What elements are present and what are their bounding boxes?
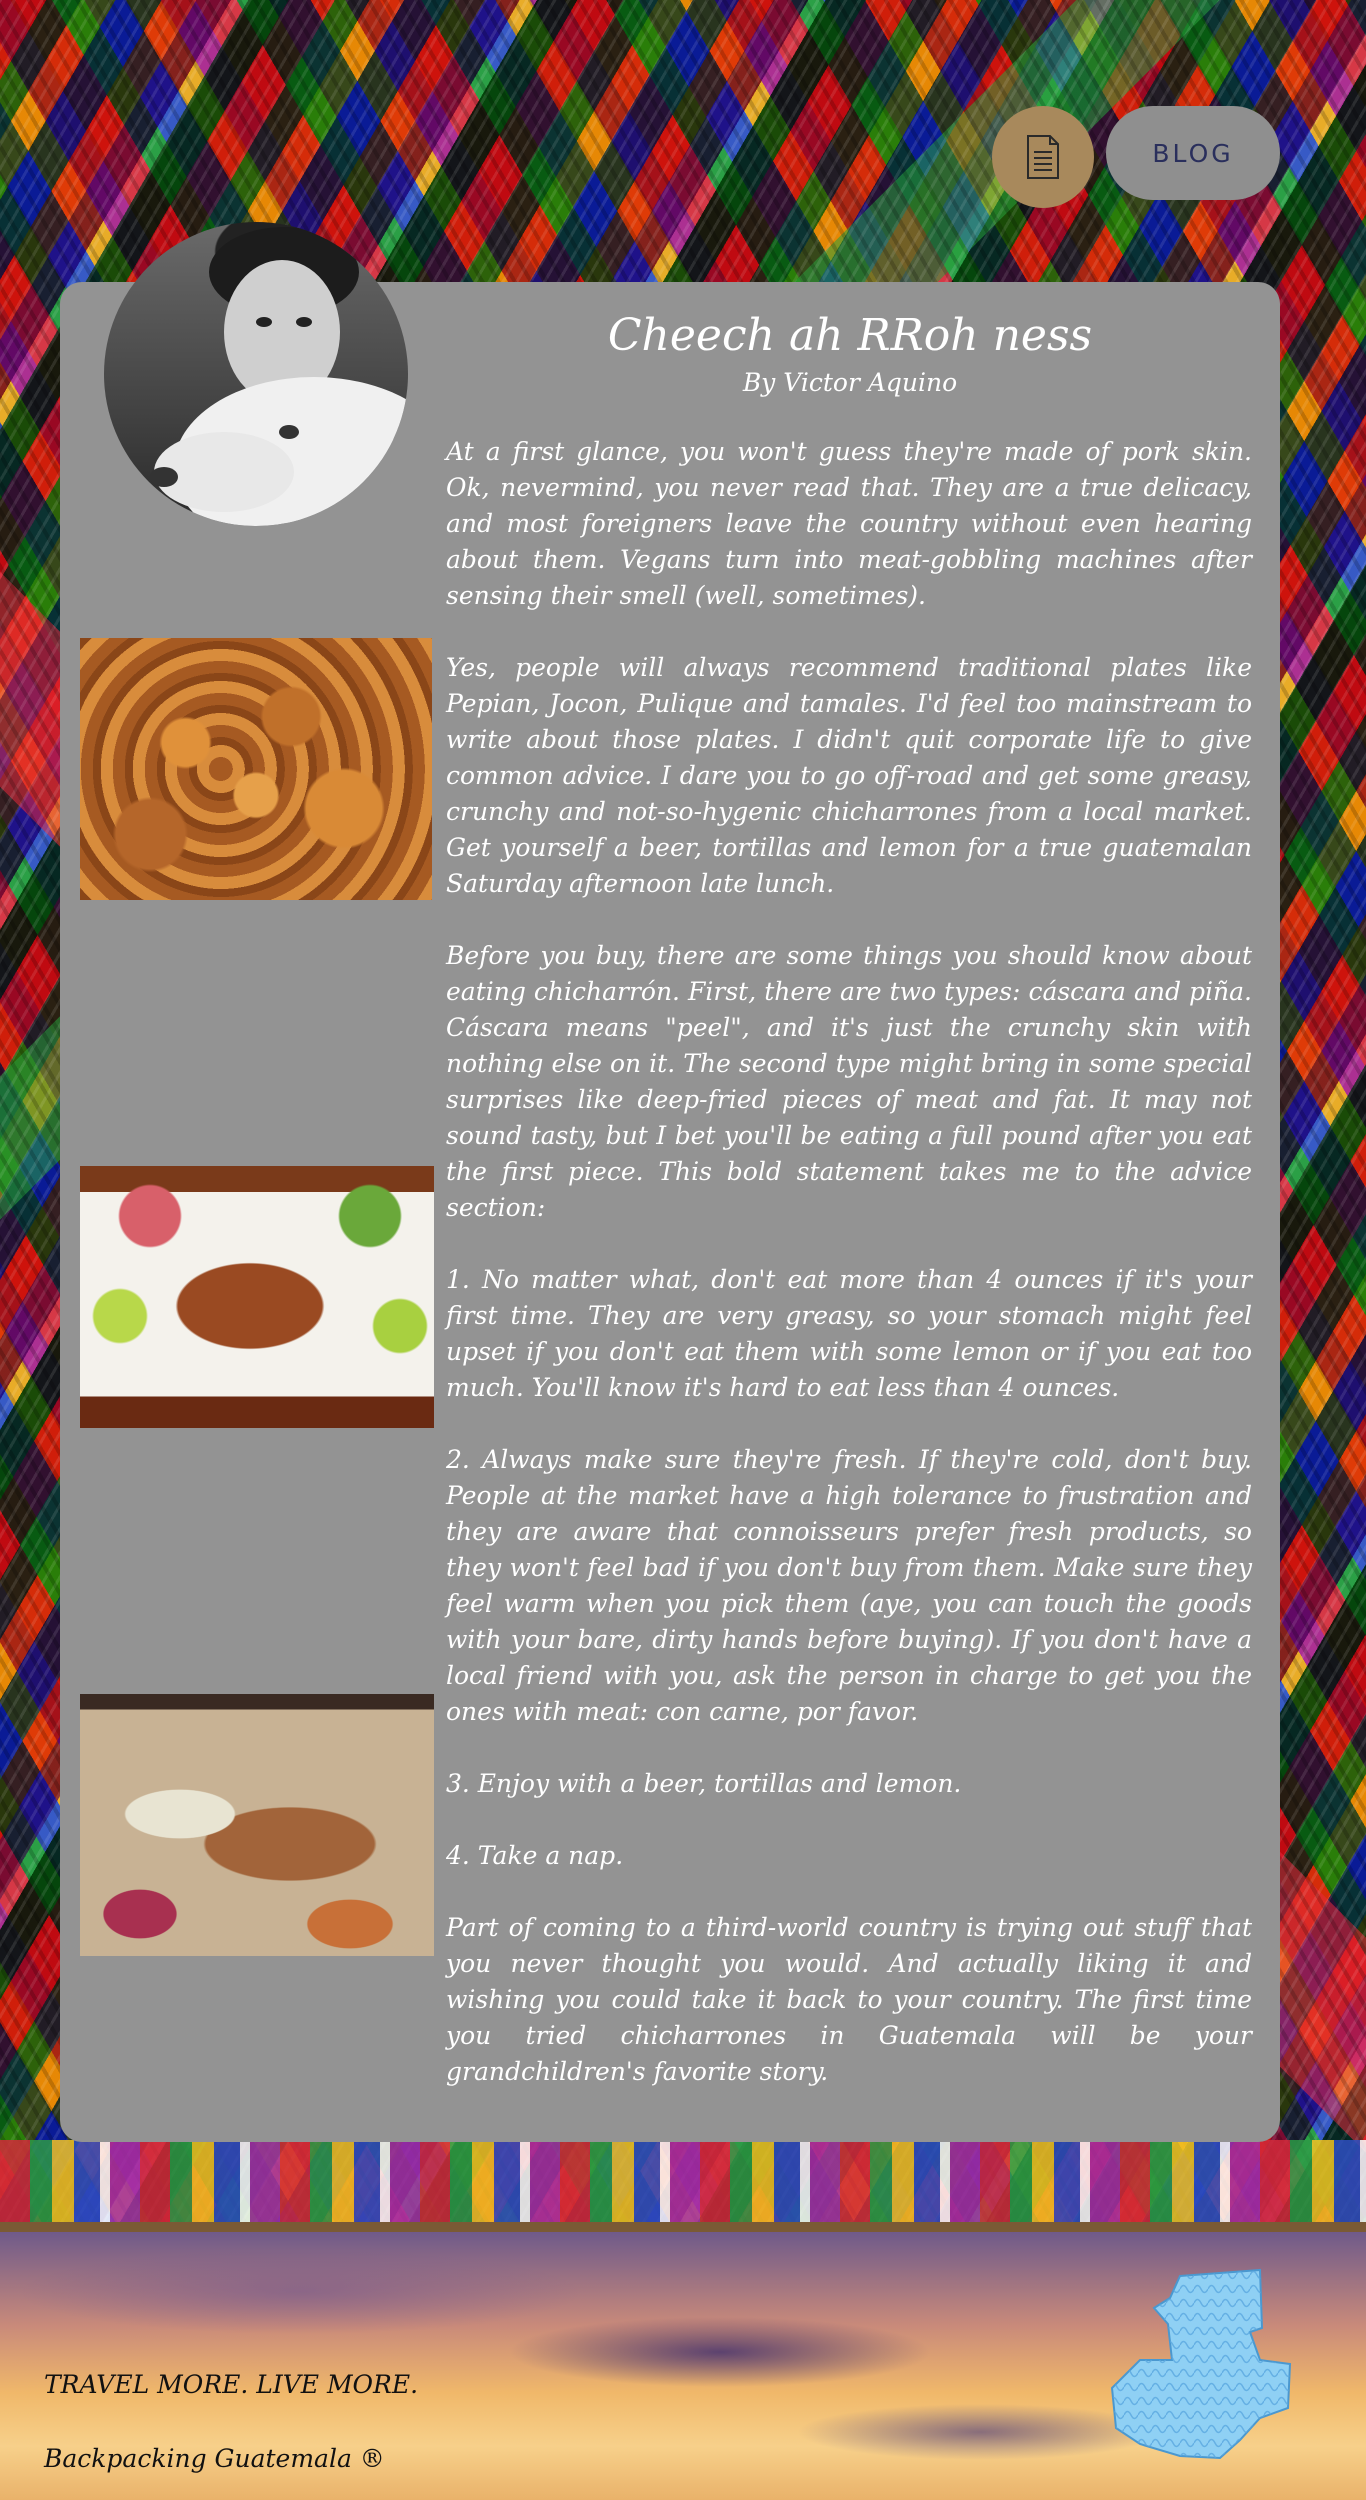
article-byline: By Victor Aquino (742, 368, 958, 397)
article-title: Cheech ah RRoh ness (607, 310, 1093, 361)
article-paragraph: 3. Enjoy with a beer, tortillas and lemo… (446, 1769, 962, 1798)
article-paragraph: At a first glance, you won't guess they'… (446, 437, 1252, 610)
article-paragraph: Yes, people will always recommend tradit… (446, 653, 1252, 898)
footer-tagline: TRAVEL MORE. LIVE MORE. (44, 2370, 419, 2399)
footer-divider (0, 2222, 1366, 2232)
article-paragraph: Part of coming to a third-world country … (446, 1913, 1252, 2086)
author-avatar (104, 222, 408, 526)
guatemala-map-icon (1110, 2268, 1292, 2460)
document-button[interactable] (992, 106, 1094, 208)
chicharrones-photo-1 (80, 638, 432, 900)
avatar-portrait (150, 227, 408, 526)
article-paragraph: Before you buy, there are some things yo… (446, 941, 1252, 1222)
blog-button[interactable]: BLOG (1106, 106, 1280, 200)
chicharrones-photo-2 (80, 1166, 434, 1428)
article-paragraph: 4. Take a nap. (446, 1841, 624, 1870)
article-paragraph: 1. No matter what, don't eat more than 4… (446, 1265, 1252, 1402)
chicharrones-photo-3 (80, 1694, 434, 1956)
blog-button-label: BLOG (1152, 138, 1234, 168)
document-icon (1027, 135, 1059, 179)
textile-band (0, 2140, 1366, 2222)
footer-brand[interactable]: Backpacking Guatemala ® (44, 2444, 385, 2473)
article-paragraph: 2. Always make sure they're fresh. If th… (446, 1445, 1252, 1726)
article-body: At a first glance, you won't guess they'… (446, 434, 1252, 2126)
